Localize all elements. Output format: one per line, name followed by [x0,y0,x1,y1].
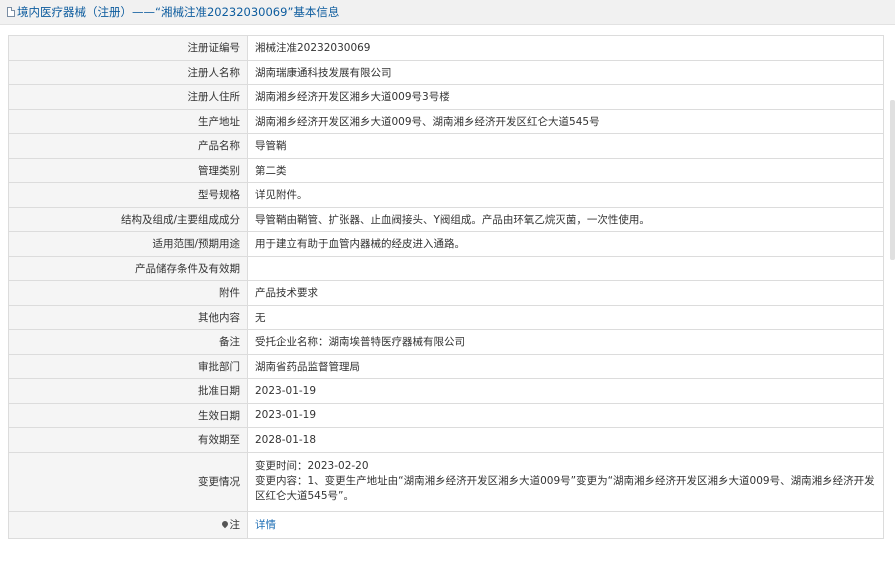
field-label: 生效日期 [8,402,248,428]
field-value: 详见附件。 [247,182,884,208]
field-label: 批准日期 [8,378,248,404]
note-label: 注 [229,519,241,531]
field-value: 详情 [247,510,884,539]
field-value: 用于建立有助于血管内器械的经皮进入通路。 [247,231,884,257]
row-model-spec: 型号规格 详见附件。 [8,182,884,208]
field-value: 湖南瑞康通科技发展有限公司 [247,59,884,85]
row-other-content: 其他内容 无 [8,304,884,330]
row-expiry-date: 有效期至 2028-01-18 [8,427,884,453]
row-remarks: 备注 受托企业名称：湖南埃普特医疗器械有限公司 [8,329,884,355]
field-value [247,255,884,281]
field-value: 导管鞘 [247,133,884,159]
row-effective-date: 生效日期 2023-01-19 [8,402,884,428]
field-label: 注册人名称 [8,59,248,85]
field-value: 湖南湘乡经济开发区湘乡大道009号、湖南湘乡经济开发区红仑大道545号 [247,108,884,134]
field-label: 注 [8,510,248,539]
field-value: 2023-01-19 [247,402,884,428]
page-title: 境内医疗器械（注册）——“湘械注准20232030069”基本信息 [17,5,340,19]
pin-icon [220,519,229,529]
field-value: 产品技术要求 [247,280,884,306]
field-label: 备注 [8,329,248,355]
field-label: 其他内容 [8,304,248,330]
row-registrant-name: 注册人名称 湖南瑞康通科技发展有限公司 [8,59,884,85]
details-link[interactable]: 详情 [255,519,276,531]
field-label: 生产地址 [8,108,248,134]
row-product-name: 产品名称 导管鞘 [8,133,884,159]
field-value: 无 [247,304,884,330]
detail-table: 注册证编号 湘械注准20232030069 注册人名称 湖南瑞康通科技发展有限公… [8,35,884,539]
change-time: 变更时间：2023-02-20 [255,460,369,472]
row-change-history: 变更情况 变更时间：2023-02-20 变更内容：1、变更生产地址由“湖南湘乡… [8,451,884,512]
row-structure-composition: 结构及组成/主要组成成分 导管鞘由鞘管、扩张器、止血阀接头、Y阀组成。产品由环氧… [8,206,884,232]
row-note: 注 详情 [8,510,884,539]
field-label: 产品名称 [8,133,248,159]
field-label: 产品储存条件及有效期 [8,255,248,281]
row-management-category: 管理类别 第二类 [8,157,884,183]
field-value: 2023-01-19 [247,378,884,404]
field-label: 变更情况 [8,451,248,512]
row-registration-no: 注册证编号 湘械注准20232030069 [8,35,884,61]
detail-table-body: 注册证编号 湘械注准20232030069 注册人名称 湖南瑞康通科技发展有限公… [8,35,884,539]
field-value: 湖南湘乡经济开发区湘乡大道009号3号楼 [247,84,884,110]
field-label: 审批部门 [8,353,248,379]
field-label: 注册证编号 [8,35,248,61]
field-value: 变更时间：2023-02-20 变更内容：1、变更生产地址由“湖南湘乡经济开发区… [247,451,884,512]
row-registrant-address: 注册人住所 湖南湘乡经济开发区湘乡大道009号3号楼 [8,84,884,110]
document-icon [7,7,15,17]
field-label: 适用范围/预期用途 [8,231,248,257]
change-content: 变更内容：1、变更生产地址由“湖南湘乡经济开发区湘乡大道009号”变更为“湖南湘… [255,475,875,502]
field-value: 2028-01-18 [247,427,884,453]
page-header: 境内医疗器械（注册）——“湘械注准20232030069”基本信息 [0,0,895,25]
row-attachment: 附件 产品技术要求 [8,280,884,306]
row-intended-use: 适用范围/预期用途 用于建立有助于血管内器械的经皮进入通路。 [8,231,884,257]
field-value: 导管鞘由鞘管、扩张器、止血阀接头、Y阀组成。产品由环氧乙烷灭菌，一次性使用。 [247,206,884,232]
row-approval-date: 批准日期 2023-01-19 [8,378,884,404]
field-value: 受托企业名称：湖南埃普特医疗器械有限公司 [247,329,884,355]
field-label: 管理类别 [8,157,248,183]
field-label: 结构及组成/主要组成成分 [8,206,248,232]
field-label: 注册人住所 [8,84,248,110]
field-label: 附件 [8,280,248,306]
row-production-address: 生产地址 湖南湘乡经济开发区湘乡大道009号、湖南湘乡经济开发区红仑大道545号 [8,108,884,134]
scrollbar[interactable] [890,100,895,260]
field-value: 湘械注准20232030069 [247,35,884,61]
field-label: 有效期至 [8,427,248,453]
field-value: 湖南省药品监督管理局 [247,353,884,379]
row-approval-department: 审批部门 湖南省药品监督管理局 [8,353,884,379]
field-label: 型号规格 [8,182,248,208]
field-value: 第二类 [247,157,884,183]
row-storage-validity: 产品储存条件及有效期 [8,255,884,281]
